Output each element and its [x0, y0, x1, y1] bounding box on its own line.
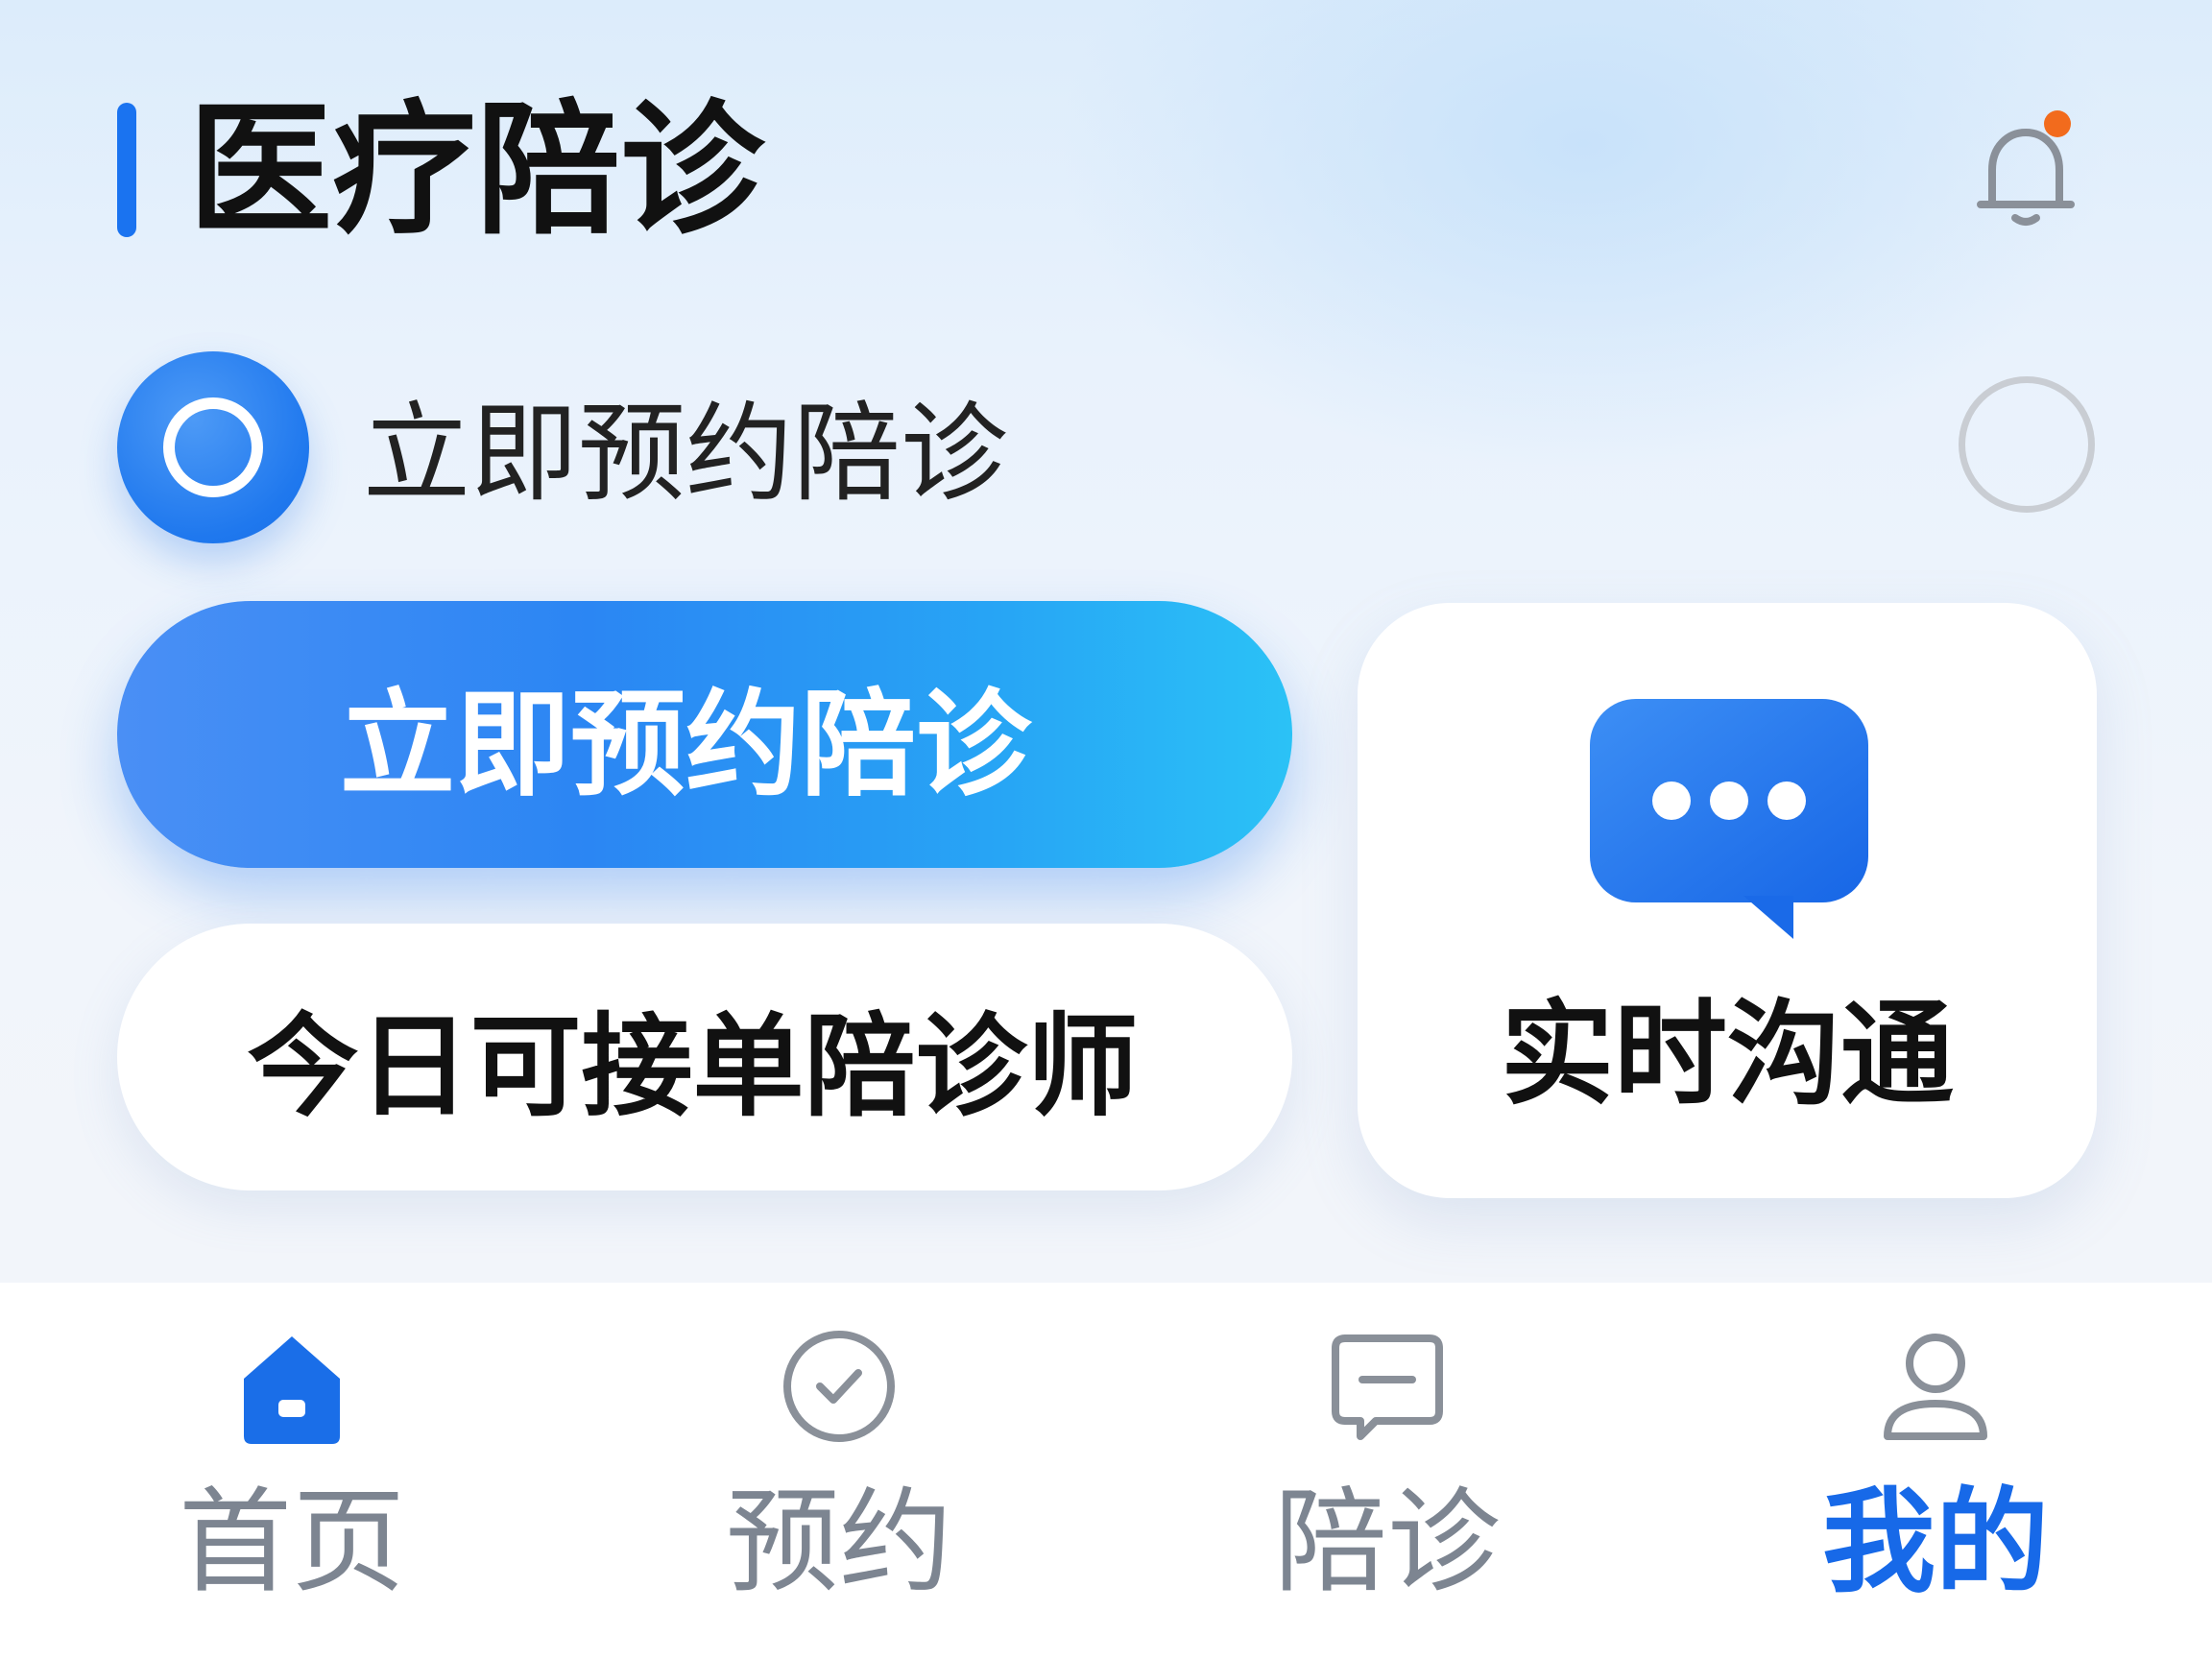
- home-icon: [234, 1329, 349, 1444]
- radio-unselected[interactable]: [1959, 376, 2095, 513]
- page-title: 医疗陪诊: [188, 87, 765, 254]
- nav-item-booking[interactable]: 预约: [563, 1283, 1116, 1659]
- radio-selected[interactable]: [117, 351, 309, 543]
- nav-item-escort[interactable]: 陪诊: [1111, 1283, 1664, 1659]
- message-icon: [1330, 1329, 1445, 1444]
- book-escort-button[interactable]: 立即预约陪诊: [117, 601, 1292, 868]
- realtime-chat-card[interactable]: 实时沟通: [1358, 603, 2097, 1198]
- book-escort-button-label: 立即预约陪诊: [340, 679, 1031, 812]
- nav-label-booking: 预约: [725, 1476, 952, 1608]
- unread-dot: [2044, 110, 2071, 137]
- available-escorts-button[interactable]: 今日可接单陪诊师: [117, 924, 1292, 1190]
- radio-label: 立即预约陪诊: [363, 392, 1008, 517]
- notification-button[interactable]: [1954, 101, 2098, 245]
- realtime-chat-label: 实时沟通: [1500, 988, 1954, 1120]
- nav-item-profile[interactable]: 我的: [1659, 1283, 2212, 1659]
- chat-bubble-icon: [1590, 699, 1868, 949]
- nav-label-home: 首页: [178, 1476, 405, 1608]
- nav-label-profile: 我的: [1821, 1476, 2049, 1608]
- radio-ring-icon: [163, 397, 263, 497]
- user-icon: [1878, 1329, 1993, 1444]
- available-escorts-button-label: 今日可接单陪诊师: [247, 1002, 1139, 1132]
- bell-icon: [1977, 110, 2075, 226]
- nav-label-escort: 陪诊: [1273, 1476, 1501, 1608]
- check-circle-icon: [781, 1329, 897, 1444]
- title-accent-bar: [117, 103, 136, 237]
- bottom-nav: 首页 预约 陪诊 我的: [0, 1283, 2212, 1659]
- nav-item-home[interactable]: 首页: [15, 1283, 568, 1659]
